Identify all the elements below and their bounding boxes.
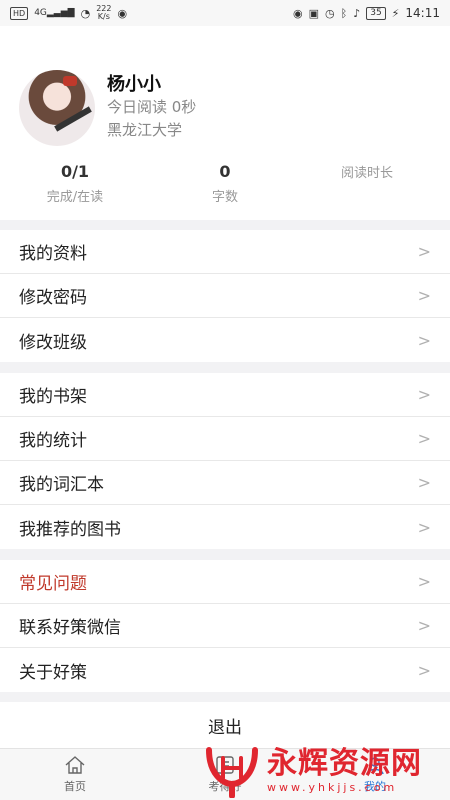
status-time: 14:11 (405, 6, 440, 20)
avatar[interactable] (19, 70, 95, 146)
home-icon (65, 756, 85, 774)
stat-label: 阅读时长 (340, 166, 393, 181)
menu-item-about[interactable]: 关于好策 > (0, 648, 450, 692)
chevron-right-icon: > (417, 330, 431, 350)
chevron-right-icon: > (417, 473, 431, 492)
watermark-title: 永辉资源网 (267, 746, 422, 781)
menu-item-label: 常见问题 (19, 574, 87, 594)
menu-item-label: 我的书架 (19, 387, 87, 407)
menu-item-contact-wechat[interactable]: 联系好策微信 > (0, 604, 450, 648)
net-speed: 222 K/s (96, 4, 112, 21)
menu-group-reading: 我的书架 > 我的统计 > 我的词汇本 > 我推荐的图书 > (0, 373, 450, 549)
menu-item-statistics[interactable]: 我的统计 > (0, 417, 450, 461)
watermark-url: www.yhkjjs.com (267, 781, 398, 794)
chevron-right-icon: > (417, 429, 431, 448)
menu-item-change-password[interactable]: 修改密码 > (0, 274, 450, 318)
chevron-right-icon: > (417, 385, 431, 404)
signal-icon: 4G▂▃▅▇ (34, 8, 75, 18)
chevron-right-icon: > (417, 242, 431, 261)
menu-item-label: 我推荐的图书 (19, 519, 121, 540)
stat-word-count: 0 字数 (150, 162, 300, 205)
status-bar: HD 4G▂▃▅▇ ◔ 222 K/s ◉ ◉ ▣ ◷ ᛒ ♪ 35 ⚡ 14:… (0, 0, 450, 26)
menu-item-label: 关于好策 (19, 662, 87, 683)
menu-item-vocabulary[interactable]: 我的词汇本 > (0, 461, 450, 505)
nfc-icon: ▣ (308, 6, 319, 20)
tab-label: 首页 (64, 780, 86, 793)
menu-item-label: 我的资料 (19, 244, 87, 264)
watermark-logo-icon (206, 747, 258, 798)
chevron-right-icon: > (417, 572, 431, 591)
menu-item-faq[interactable]: 常见问题 > (0, 560, 450, 604)
menu-item-recommended-books[interactable]: 我推荐的图书 > (0, 505, 450, 549)
stat-label: 字数 (211, 190, 238, 205)
stat-reading-time: 阅读时长 (292, 162, 442, 181)
menu-item-label: 我的词汇本 (19, 475, 104, 495)
stat-value: 0 (219, 162, 231, 181)
menu-item-label: 修改班级 (19, 332, 87, 353)
charging-icon: ⚡ (391, 6, 400, 20)
battery-indicator: 35 (366, 6, 386, 20)
wifi-icon: ◔ (80, 6, 91, 20)
chevron-right-icon: > (417, 286, 431, 305)
menu-item-my-profile[interactable]: 我的资料 > (0, 230, 450, 274)
tab-home[interactable]: 首页 (0, 749, 150, 800)
menu-item-bookshelf[interactable]: 我的书架 > (0, 373, 450, 417)
menu-item-label: 联系好策微信 (19, 618, 121, 638)
chevron-right-icon: > (417, 660, 431, 680)
hd-badge: HD (10, 6, 29, 20)
user-name: 杨小小 (107, 74, 161, 95)
stat-value: 0/1 (60, 162, 90, 181)
watermark-overlay: 永辉资源网 www.yhkjjs.com (203, 742, 450, 800)
bluetooth-icon: ᛒ (340, 6, 348, 20)
menu-item-label: 我的统计 (19, 431, 87, 451)
chevron-right-icon: > (417, 616, 431, 635)
university-name: 黑龙江大学 (107, 121, 183, 139)
mute-icon: ♪ (353, 6, 361, 20)
profile-header: 杨小小 今日阅读 0秒 黑龙江大学 0/1 完成/在读 0 字数 阅读时长 (0, 26, 450, 220)
eye-icon: ◉ (292, 6, 303, 20)
avatar-bow (63, 76, 77, 86)
menu-item-change-class[interactable]: 修改班级 > (0, 318, 450, 362)
stat-completed: 0/1 完成/在读 (0, 162, 150, 205)
menu-group-account: 我的资料 > 修改密码 > 修改班级 > (0, 230, 450, 362)
alarm-icon: ◷ (324, 6, 335, 20)
menu-item-label: 修改密码 (19, 288, 87, 308)
read-today-text: 今日阅读 0秒 (107, 98, 197, 116)
chevron-right-icon: > (417, 517, 431, 537)
menu-group-support: 常见问题 > 联系好策微信 > 关于好策 > (0, 560, 450, 692)
stat-label: 完成/在读 (46, 190, 104, 205)
app-notification-icon: ◉ (117, 6, 128, 20)
